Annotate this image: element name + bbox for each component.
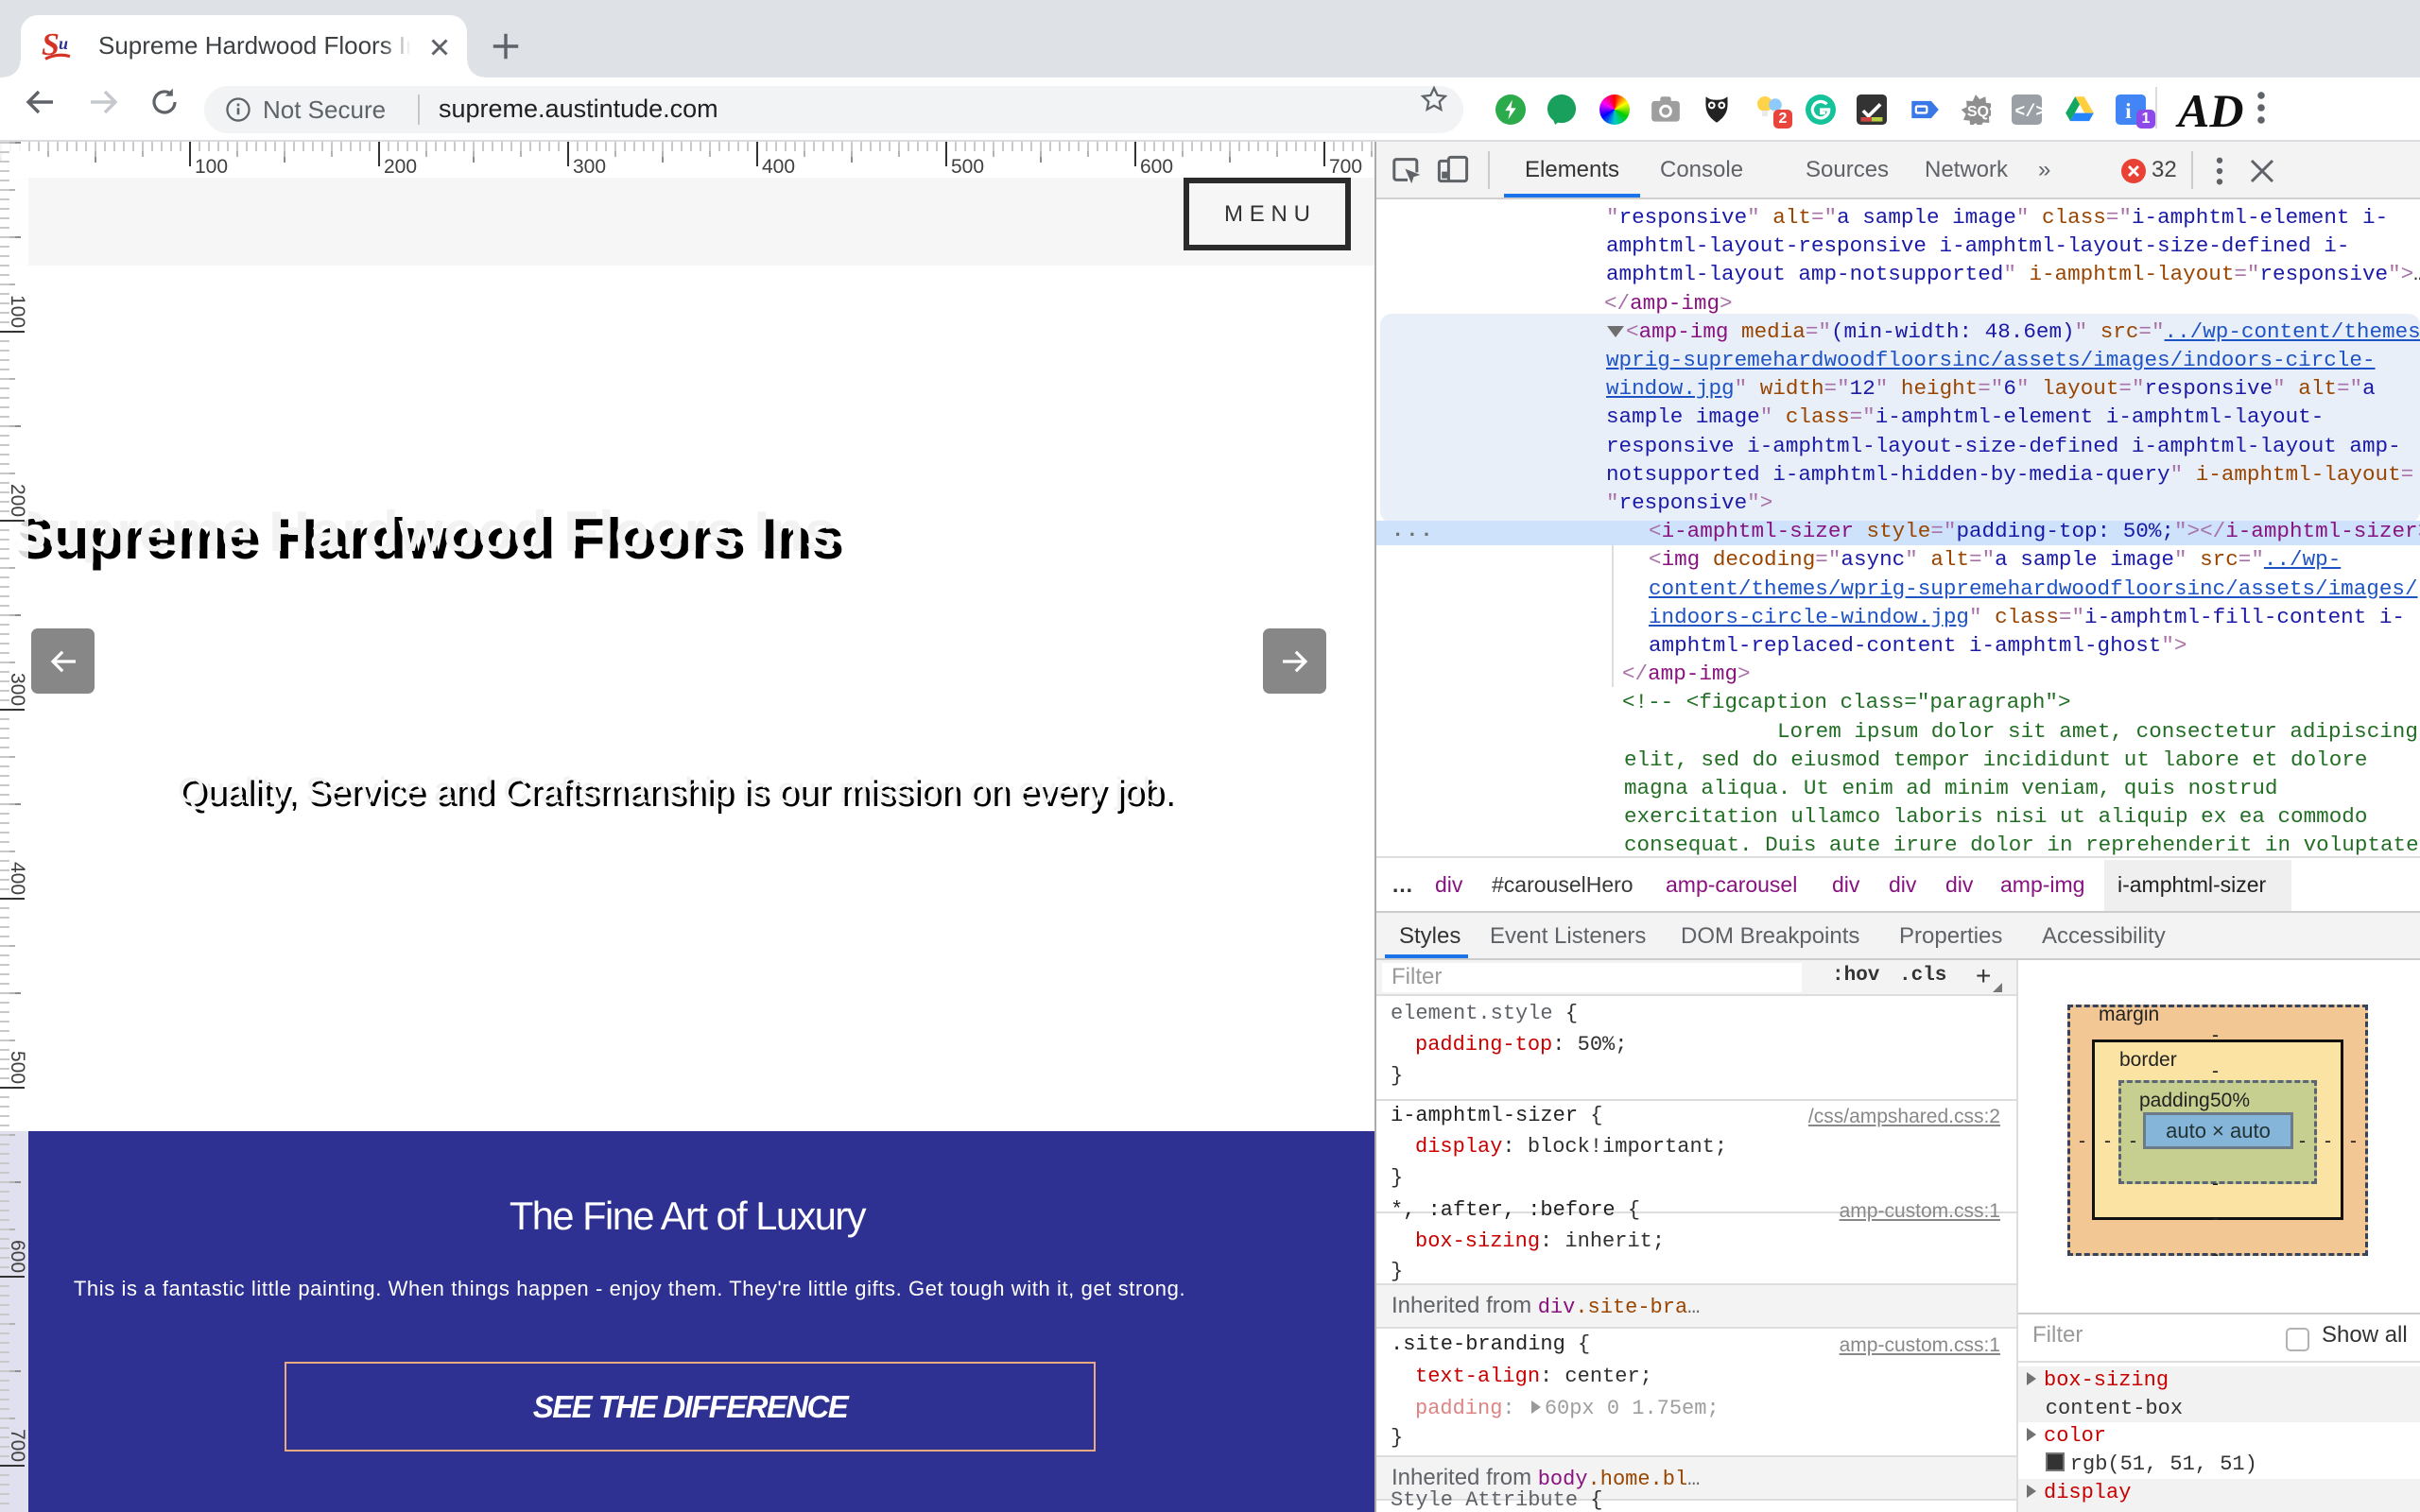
svg-text:</>: </> xyxy=(2014,103,2042,122)
svg-text:SQ: SQ xyxy=(1967,104,1989,120)
svg-text:i: i xyxy=(2125,99,2132,123)
svg-text:u: u xyxy=(59,34,68,53)
